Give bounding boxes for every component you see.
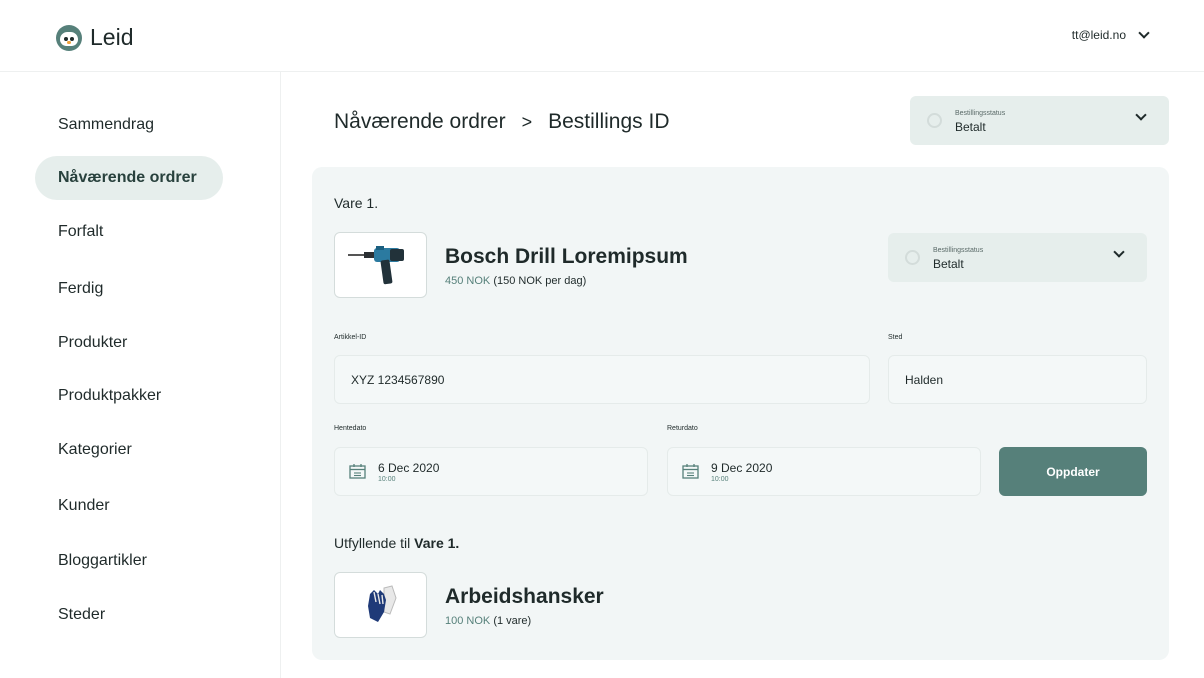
sidebar-item-label: Kategorier [58, 441, 132, 458]
location-field[interactable]: Halden [888, 355, 1147, 404]
chevron-down-icon [1113, 246, 1125, 258]
breadcrumb: Nåværende ordrer > Bestillings ID [334, 110, 670, 134]
supplement-price-line: 100 NOK (1 vare) [445, 615, 531, 627]
update-button[interactable]: Oppdater [999, 447, 1147, 496]
product-price-line: 450 NOK (150 NOK per dag) [445, 275, 586, 287]
drill-icon [347, 246, 404, 285]
sidebar-item-label: Forfalt [58, 223, 104, 240]
order-status-value: Betalt [955, 120, 986, 134]
supplement-prefix: Utfyllende til [334, 535, 411, 551]
breadcrumb-current: Bestillings ID [548, 110, 670, 133]
product-price: 450 NOK [445, 275, 491, 287]
sidebar-item-steder[interactable]: Steder [35, 593, 223, 637]
chevron-down-icon [1138, 27, 1150, 39]
product-price-detail: (150 NOK per dag) [493, 275, 587, 287]
status-radio-icon [927, 113, 942, 128]
calendar-icon [349, 464, 366, 479]
gloves-icon [367, 585, 397, 622]
supplement-heading: Utfyllende til Vare 1. [334, 535, 459, 551]
sidebar-item-sammendrag[interactable]: Sammendrag [35, 103, 223, 147]
logo[interactable]: Leid [56, 24, 133, 51]
sidebar-item-label: Steder [58, 606, 106, 623]
sidebar-item-label: Sammendrag [58, 116, 155, 133]
return-date-value: 9 Dec 2020 [711, 460, 773, 475]
owl-logo-icon [56, 24, 82, 51]
status-radio-icon [905, 250, 920, 265]
pickup-date-value: 6 Dec 2020 [378, 460, 440, 475]
breadcrumb-separator: > [521, 111, 533, 132]
sidebar-item-bloggartikler[interactable]: Bloggartikler [35, 539, 223, 583]
sidebar-item-kunder[interactable]: Kunder [35, 484, 223, 528]
user-email: tt@leid.no [1071, 28, 1126, 42]
return-time-value: 10:00 [711, 475, 729, 483]
sidebar-item-label: Produktpakker [58, 387, 162, 404]
order-status-label: Bestillingsstatus [955, 110, 1006, 117]
sidebar-item-label: Bloggartikler [58, 552, 147, 569]
supplement-image [334, 572, 427, 638]
supplement-price-detail: (1 vare) [493, 615, 532, 627]
pickup-time-value: 10:00 [378, 475, 396, 483]
article-id-label: Artikkel-ID [334, 334, 367, 341]
calendar-icon [682, 464, 699, 479]
sidebar-item-ferdig[interactable]: Ferdig [35, 267, 223, 311]
article-id-value: XYZ 1234567890 [351, 372, 445, 387]
supplement-title: Arbeidshansker [445, 585, 604, 608]
chevron-down-icon [1135, 109, 1147, 121]
item-status-select[interactable]: Bestillingsstatus Betalt [888, 233, 1147, 282]
sidebar-item-label: Ferdig [58, 280, 104, 297]
article-id-field[interactable]: XYZ 1234567890 [334, 355, 870, 404]
sidebar-item-forfalt[interactable]: Forfalt [35, 210, 223, 254]
item-status-value: Betalt [933, 257, 964, 271]
sidebar-item-label: Kunder [58, 497, 110, 514]
sidebar-item-produkter[interactable]: Produkter [35, 321, 223, 365]
supplement-price: 100 NOK [445, 615, 491, 627]
sidebar-item-label: Produkter [58, 334, 128, 351]
product-image [334, 232, 427, 298]
pickup-date-label: Hentedato [334, 425, 367, 432]
sidebar-item-produktpakker[interactable]: Produktpakker [35, 374, 223, 418]
user-menu[interactable]: tt@leid.no [1071, 27, 1150, 42]
item-status-label: Bestillingsstatus [933, 247, 984, 254]
sidebar-item-label: Nåværende ordrer [58, 169, 197, 186]
pickup-date-field[interactable]: 6 Dec 2020 10:00 [334, 447, 648, 496]
logo-text: Leid [90, 24, 134, 50]
order-status-select[interactable]: Bestillingsstatus Betalt [910, 96, 1169, 145]
location-label: Sted [888, 334, 903, 341]
sidebar-item-kategorier[interactable]: Kategorier [35, 428, 223, 472]
supplement-ref: Vare 1. [414, 535, 460, 551]
breadcrumb-parent-link[interactable]: Nåværende ordrer [334, 110, 506, 134]
sidebar: Sammendrag Nåværende ordrer Forfalt Ferd… [0, 72, 281, 678]
return-date-field[interactable]: 9 Dec 2020 10:00 [667, 447, 981, 496]
product-title: Bosch Drill Loremipsum [445, 245, 688, 268]
sidebar-item-navaerende-ordrer[interactable]: Nåværende ordrer [35, 156, 223, 200]
item-heading: Vare 1. [334, 195, 379, 211]
return-date-label: Returdato [667, 425, 698, 432]
location-value: Halden [905, 372, 944, 387]
top-bar: Leid tt@leid.no [0, 0, 1204, 72]
